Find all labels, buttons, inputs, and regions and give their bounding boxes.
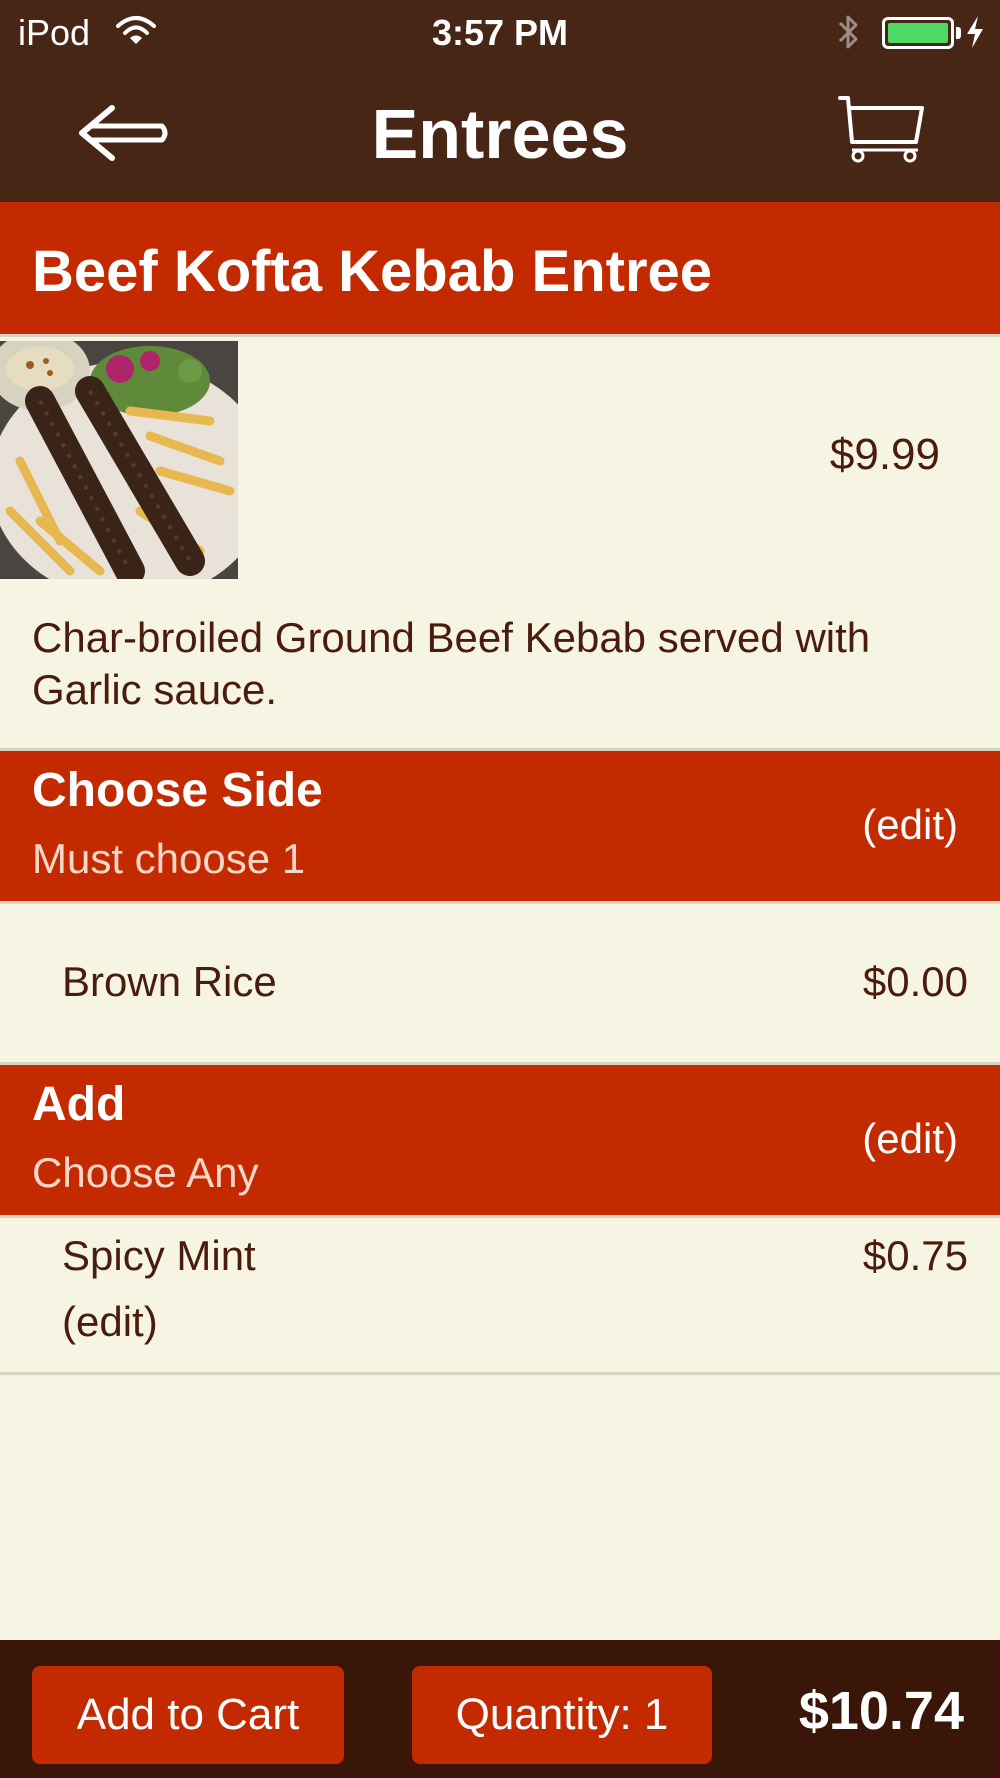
edit-link[interactable]: (edit)	[862, 1115, 958, 1163]
add-to-cart-button[interactable]: Add to Cart	[32, 1666, 344, 1764]
item-photo	[0, 341, 238, 579]
section-choose-side[interactable]: Choose Side Must choose 1 (edit)	[0, 751, 1000, 901]
option-row-spicy-mint[interactable]: Spicy Mint $0.75 (edit)	[0, 1218, 1000, 1372]
option-edit-link[interactable]: (edit)	[62, 1298, 158, 1346]
section-subtitle: Choose Any	[32, 1149, 259, 1196]
battery-tip	[956, 27, 961, 39]
section-subtitle: Must choose 1	[32, 835, 306, 882]
divider	[0, 334, 1000, 337]
cart-button[interactable]	[836, 94, 926, 170]
option-price: $0.75	[862, 1232, 968, 1279]
bottom-bar: Add to Cart Quantity: 1 $10.74	[0, 1640, 1000, 1778]
status-bar: iPod 3:57 PM	[0, 0, 1000, 64]
item-name: Beef Kofta Kebab Entree	[32, 239, 713, 304]
quantity-button[interactable]: Quantity: 1	[412, 1666, 712, 1764]
section-title: Add	[32, 1078, 126, 1131]
charging-bolt-icon	[964, 14, 986, 55]
edit-link[interactable]: (edit)	[862, 801, 958, 849]
divider	[0, 1372, 1000, 1375]
section-title: Choose Side	[32, 764, 323, 817]
battery-fill	[888, 23, 948, 43]
battery-icon	[882, 17, 954, 49]
item-header: Beef Kofta Kebab Entree	[0, 202, 1000, 334]
item-description: Char-broiled Ground Beef Kebab served wi…	[32, 614, 871, 713]
option-name: Brown Rice	[62, 958, 277, 1005]
cart-icon	[838, 96, 924, 163]
section-add[interactable]: Add Choose Any (edit)	[0, 1065, 1000, 1215]
option-name: Spicy Mint	[62, 1232, 256, 1279]
bluetooth-icon	[836, 12, 862, 57]
option-price: $0.00	[862, 958, 968, 1005]
option-row-brown-rice[interactable]: Brown Rice $0.00	[0, 904, 1000, 1062]
nav-bar: Entrees	[0, 64, 1000, 202]
item-price: $9.99	[829, 430, 940, 479]
order-total: $10.74	[798, 1681, 964, 1741]
